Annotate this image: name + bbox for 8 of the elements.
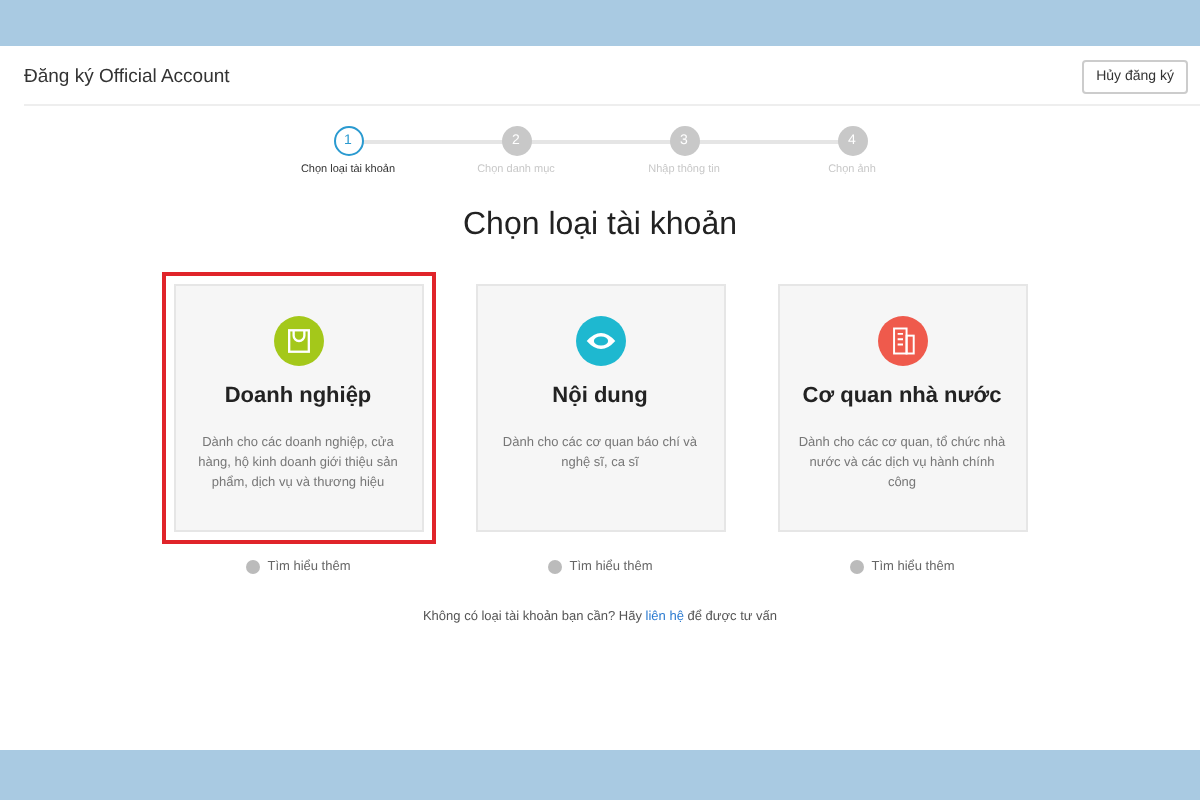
card-title: Cơ quan nhà nước [802,384,1002,408]
info-icon [849,560,864,574]
info-icon [245,560,260,574]
page-title: Đăng ký Official Account [24,65,230,87]
card-title: Doanh nghiệp [224,384,372,408]
info-icon [547,560,562,574]
card-title: Nội dung [552,384,648,408]
section-heading: Chọn loại tài khoản [463,208,737,244]
